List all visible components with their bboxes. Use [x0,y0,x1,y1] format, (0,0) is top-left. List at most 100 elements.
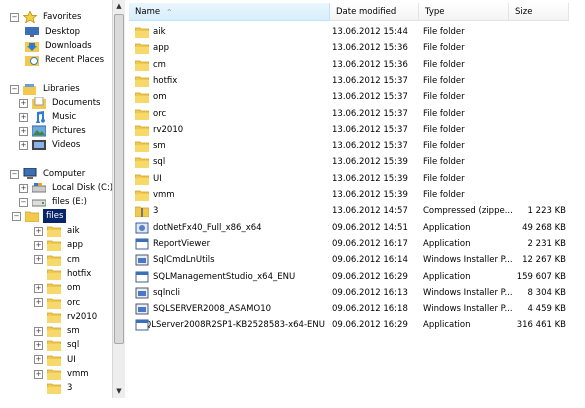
installer-icon [135,287,149,299]
nav-item-desktop[interactable]: Desktop [25,25,82,39]
nav-subfolder-item[interactable]: + vmm [34,367,91,381]
nav-item-files-folder[interactable]: − files [12,209,112,223]
nav-subfolder-label: sql [67,340,80,351]
drive-icon [32,196,46,208]
expand-icon[interactable]: + [34,283,43,293]
expand-icon[interactable]: + [34,298,43,307]
desktop-icon [25,26,39,38]
collapse-icon[interactable]: − [19,197,28,207]
expand-icon[interactable]: + [34,240,43,250]
column-header-date[interactable]: Date modified [330,3,419,21]
file-name: SQLServer2008R2SP1-KB2528583-x64-ENU [139,320,325,331]
expand-icon[interactable]: + [19,126,28,136]
scroll-up-arrow-icon[interactable]: ▲ [113,0,125,13]
nav-item-local-disk[interactable]: + Local Disk (C:) [19,181,112,195]
collapse-icon[interactable]: − [10,84,19,94]
scroll-thumb[interactable] [114,14,124,344]
nav-subfolder-label: app [67,240,83,251]
scroll-down-arrow-icon[interactable]: ▼ [113,385,125,398]
file-row[interactable]: aik 13.06.2012 15:44 File folder [129,24,585,40]
file-row[interactable]: sql 13.06.2012 15:39 File folder [129,154,585,170]
nav-subfolder-label: cm [67,254,80,265]
file-row[interactable]: SqlCmdLnUtils 09.06.2012 16:14 Windows Ins… [129,252,585,268]
file-date: 09.06.2012 14:51 [332,222,408,233]
nav-computer[interactable]: − Computer [10,167,87,181]
collapse-icon[interactable]: − [10,12,19,22]
nav-item-pictures[interactable]: + Pictures [19,124,88,138]
nav-subfolder-item[interactable]: + sql [34,338,81,352]
expand-icon[interactable]: + [34,355,43,365]
file-row[interactable]: SQLManagementStudio_x64_ENU 09.06.2012 16… [129,269,585,285]
nav-subfolder-item[interactable]: 3 [34,381,74,395]
file-row[interactable]: SQLServer2008R2SP1-KB2528583-x64-ENU 09.0… [129,317,585,333]
expand-icon[interactable]: + [34,255,43,265]
file-row[interactable]: app 13.06.2012 15:36 File folder [129,40,585,56]
expand-icon[interactable]: + [19,112,28,122]
zip-folder-icon [135,205,149,218]
column-header-size[interactable]: Size [509,3,569,21]
nav-item-videos[interactable]: + Videos [19,138,82,152]
nav-item-music[interactable]: + Music [19,110,78,124]
file-row[interactable]: om 13.06.2012 15:37 File folder [129,89,585,105]
file-row[interactable]: orc 13.06.2012 15:37 File folder [129,106,585,122]
expand-icon[interactable]: + [34,326,43,336]
collapse-icon[interactable]: − [12,211,21,221]
file-list-pane: Name ^ Date modified Type Size aik 13.06.… [129,0,585,408]
file-row[interactable]: UI 13.06.2012 15:39 File folder [129,171,585,187]
nav-subfolder-item[interactable]: + aik [34,224,82,238]
expand-icon[interactable]: + [34,226,43,236]
expand-icon[interactable]: + [19,140,28,150]
nav-subfolder-item[interactable]: + orc [34,296,82,310]
expand-icon[interactable]: + [34,340,43,350]
file-name-cell: UI [135,171,325,187]
nav-scrollbar[interactable]: ▲ ▼ [112,0,125,398]
file-type: File folder [423,92,465,103]
nav-subfolder-item[interactable]: + app [34,238,85,252]
nav-subfolder-item[interactable]: + cm [34,253,82,267]
file-size [511,106,566,122]
file-name-cell: cm [135,57,325,73]
application-icon [135,271,149,283]
file-row[interactable]: vmm 13.06.2012 15:39 File folder [129,187,585,203]
nav-subfolder-item[interactable]: + sm [34,324,82,338]
nav-subfolder-item[interactable]: rv2010 [34,310,99,324]
expand-icon[interactable]: + [34,369,43,379]
file-size [511,187,566,203]
nav-item-label: Pictures [52,126,86,136]
star-icon [23,11,37,23]
nav-libraries[interactable]: − Libraries [10,82,82,96]
file-row[interactable]: sm 13.06.2012 15:37 File folder [129,138,585,154]
nav-item-files-drive[interactable]: − files (E:) [19,195,89,209]
nav-item-recent-places[interactable]: Recent Places [25,53,106,67]
file-row[interactable]: ReportViewer 09.06.2012 16:17 Application 2… [129,236,585,252]
nav-item-documents[interactable]: + Documents [19,96,102,110]
file-row[interactable]: rv2010 13.06.2012 15:37 File folder [129,122,585,138]
file-row[interactable]: 3 13.06.2012 14:57 Compressed (zippe... 1 2… [129,203,585,219]
nav-subfolder-item[interactable]: hotfix [34,267,93,281]
file-row[interactable]: hotfix 13.06.2012 15:37 File folder [129,73,585,89]
file-size: 12 267 KB [522,255,566,266]
nav-item-downloads[interactable]: Downloads [25,39,94,53]
expand-icon[interactable]: + [19,183,28,193]
file-date: 09.06.2012 16:13 [332,287,408,298]
nav-subfolder-item[interactable]: + UI [34,353,78,367]
collapse-icon[interactable]: − [10,169,19,179]
file-name-cell: aik [135,24,325,40]
file-row[interactable]: SQLSERVER2008_ASAMO10 09.06.2012 16:18 Win… [129,301,585,317]
file-name-cell: rv2010 [135,122,325,138]
nav-favorites[interactable]: − Favorites [10,10,83,24]
file-row[interactable]: cm 13.06.2012 15:36 File folder [129,57,585,73]
nav-subfolder-label: 3 [67,383,73,394]
folder-icon [135,140,149,153]
installer-icon [135,254,149,266]
file-row[interactable]: dotNetFx40_Full_x86_x64 09.06.2012 14:51 A… [129,220,585,236]
expand-icon[interactable]: + [19,98,28,108]
file-name: ReportViewer [153,238,211,249]
file-row[interactable]: sqlncli 09.06.2012 16:13 Windows Installer… [129,285,585,301]
column-header-name[interactable]: Name ^ [129,3,330,21]
file-name-cell: vmm [135,187,325,203]
documents-icon [32,97,46,109]
column-header-type[interactable]: Type [419,3,509,21]
nav-subfolder-item[interactable]: + om [34,281,82,295]
